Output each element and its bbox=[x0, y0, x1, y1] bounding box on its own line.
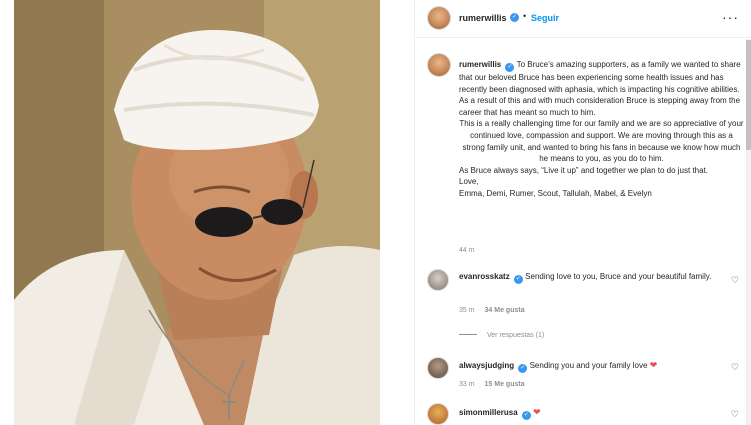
verified-badge-icon: ✓ bbox=[510, 13, 519, 22]
caption-paragraph-3: As Bruce always says, “Live it up” and t… bbox=[459, 165, 709, 175]
post-photo[interactable] bbox=[14, 0, 380, 425]
comment-text: simonmillerusa ✓ ❤ bbox=[459, 407, 719, 420]
comment-body: Sending love to you, Bruce and your beau… bbox=[525, 272, 712, 281]
like-comment-heart-icon[interactable]: ♡ bbox=[731, 409, 739, 420]
post-caption: rumerwillis ✓ To Bruce’s amazing support… bbox=[459, 59, 744, 200]
commenter-username[interactable]: alwaysjudging bbox=[459, 361, 514, 370]
verified-badge-icon: ✓ bbox=[521, 411, 531, 420]
view-replies-label: Ver respuestas (1) bbox=[487, 332, 545, 339]
verified-badge-icon: ✓ bbox=[505, 63, 515, 72]
ellipsis-icon[interactable]: ··· bbox=[722, 9, 739, 25]
view-replies-button[interactable]: Ver respuestas (1) bbox=[459, 332, 544, 339]
comment-meta: 35 m 34 Me gusta bbox=[459, 307, 525, 314]
comment-text: alwaysjudging ✓ Sending you and your fam… bbox=[459, 360, 719, 373]
comment-body: Sending you and your family love bbox=[529, 361, 648, 370]
caption-paragraph-4: Love, bbox=[459, 177, 479, 187]
comment-text: evanrosskatz ✓ Sending love to you, Bruc… bbox=[459, 271, 719, 284]
comments-scroll-area[interactable]: rumerwillis ✓ To Bruce’s amazing support… bbox=[415, 39, 751, 425]
commenter-avatar[interactable] bbox=[427, 269, 449, 291]
post-media-frame bbox=[0, 0, 415, 425]
like-comment-heart-icon[interactable]: ♡ bbox=[731, 362, 739, 373]
comment-meta: 33 m 15 Me gusta bbox=[459, 381, 525, 388]
commenter-avatar[interactable] bbox=[427, 403, 449, 425]
caption-paragraph-2: This is a really challenging time for ou… bbox=[459, 119, 744, 164]
comment-timestamp[interactable]: 35 m bbox=[459, 307, 475, 314]
verified-badge-icon: ✓ bbox=[513, 275, 523, 284]
replies-line bbox=[459, 334, 477, 335]
caption-text-1: To Bruce’s amazing supporters, as a fami… bbox=[459, 60, 741, 117]
caption-timestamp[interactable]: 44 m bbox=[459, 247, 475, 254]
separator-dot: • bbox=[523, 11, 527, 21]
commenter-avatar[interactable] bbox=[427, 357, 449, 379]
photo-illustration bbox=[14, 0, 380, 425]
author-avatar[interactable] bbox=[427, 6, 451, 30]
comment-likes[interactable]: 34 Me gusta bbox=[485, 307, 525, 314]
author-username[interactable]: rumerwillis bbox=[459, 13, 507, 23]
caption-paragraph-5: Emma, Demi, Rumer, Scout, Tallulah, Mabe… bbox=[459, 188, 652, 198]
comment-timestamp[interactable]: 33 m bbox=[459, 381, 475, 388]
post-header: rumerwillis ✓ • Seguir ··· bbox=[415, 0, 751, 38]
post-side-panel: rumerwillis ✓ • Seguir ··· rumerwillis ✓… bbox=[415, 0, 751, 425]
scrollbar-thumb[interactable] bbox=[746, 40, 751, 150]
like-comment-heart-icon[interactable]: ♡ bbox=[731, 275, 739, 286]
caption-paragraph-1: rumerwillis ✓ To Bruce’s amazing support… bbox=[459, 59, 744, 118]
caption-username[interactable]: rumerwillis bbox=[459, 60, 501, 69]
caption-author-avatar[interactable] bbox=[427, 53, 451, 77]
comment-likes[interactable]: 15 Me gusta bbox=[485, 381, 525, 388]
red-heart-emoji: ❤ bbox=[533, 407, 541, 417]
commenter-username[interactable]: simonmillerusa bbox=[459, 408, 518, 417]
verified-badge-icon: ✓ bbox=[518, 364, 528, 373]
follow-button[interactable]: Seguir bbox=[531, 13, 559, 23]
red-heart-emoji: ❤ bbox=[649, 360, 658, 370]
commenter-username[interactable]: evanrosskatz bbox=[459, 272, 510, 281]
